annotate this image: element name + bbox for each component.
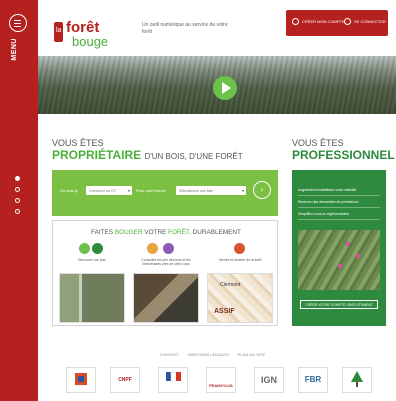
site-tagline: Un outil numérique au service de votre f… [142,22,228,35]
login-link[interactable]: SE CONNECTER [354,19,386,24]
owner-heading-big: PROPRIÉTAIRE [52,148,142,162]
contact-icon [163,243,174,254]
price-icon [147,243,158,254]
map-city-label: Clermont [220,282,241,288]
location-select[interactable]: Commune ou CP [86,186,132,195]
pro-heading-small: VOUS ÊTES [292,138,344,148]
owner-heading-rest: D'UN BOIS, D'UNE FORÊT [144,152,243,161]
partner-logo-fbr[interactable]: FBR [298,367,328,393]
menu-icon[interactable] [9,14,27,32]
feature-prices-text: Consultez les prix des bois et les inter… [141,258,191,267]
logo-word-bottom: bouge [72,34,108,49]
map-preview[interactable]: Clermont ASSIF [207,273,273,323]
pro-benefit-visibility: Augmentez/rentabilisez votre visibilité [298,188,380,196]
pro-heading: PROFESSIONNEL [292,148,395,162]
footer-links: CONTACT MENTIONS LÉGALES PLAN DU SITE [160,352,273,357]
site-logo[interactable]: la forêt bouge [52,16,134,50]
features-title-part: VOTRE [144,229,167,236]
play-video-button[interactable] [213,76,237,100]
feature-sell-text: Vendre et acheter de la forêt [218,258,262,262]
slide-indicator [15,176,20,220]
logo-prefix: la [56,27,62,34]
search-go-button[interactable]: › [253,181,271,199]
features-title: FAITES BOUGER VOTRE FORÊT, DURABLEMENT [53,229,279,236]
side-menu-rail: MENU [0,0,38,401]
partner-logo-cnpf[interactable]: CNPF [110,367,140,393]
pro-panel: Augmentez/rentabilisez votre visibilité … [292,170,386,326]
pro-benefit-requests: Recevez des demandes de prestations [298,200,380,208]
user-icon [292,18,299,25]
footer-link-sitemap[interactable]: PLAN DU SITE [238,352,265,357]
satellite-map[interactable] [298,230,380,290]
footer-link-contact[interactable]: CONTACT [160,352,179,357]
location-pin-icon [234,243,245,254]
search-label-need: Pour quel besoin [136,188,167,193]
slide-dot[interactable] [15,187,20,192]
features-title-part: DURABLEMENT [192,229,241,236]
tree-icon [79,243,90,254]
slide-dot[interactable] [15,176,20,181]
slide-dot[interactable] [15,198,20,203]
map-marker-icon [346,242,350,246]
partner-logo-ministry[interactable] [66,367,96,393]
feature-discover-text: Découvrir vos bois [78,258,106,262]
owner-heading-small: VOUS ÊTES [52,138,104,148]
map-marker-icon [356,254,360,258]
create-pro-account-button[interactable]: CRÉER VOTRE COMPTE GRATUITEMENT [300,300,378,309]
owner-search-bar: Où suis-je Commune ou CP Pour quel besoi… [52,170,278,216]
forest-video-banner [38,56,396,114]
slide-dot[interactable] [15,209,20,214]
forest-icon [92,243,103,254]
logs-photo[interactable] [133,273,199,323]
partner-logo-ign[interactable]: IGN [254,367,284,393]
features-title-highlight: BOUGER [114,229,143,236]
features-card: FAITES BOUGER VOTRE FORÊT, DURABLEMENT D… [52,220,278,326]
footer-link-legal[interactable]: MENTIONS LÉGALES [188,352,228,357]
need-select[interactable]: Sélectionnez une liste [176,186,246,195]
map-marker-icon [338,264,342,268]
menu-label[interactable]: MENU [11,38,18,61]
partner-logo-tree[interactable] [342,367,372,393]
account-bar: CRÉER MON COMPTE SE CONNECTER [286,10,388,36]
partner-logo-fransylva[interactable]: FRANSYLVA [206,367,236,393]
owner-heading: PROPRIÉTAIRE D'UN BOIS, D'UNE FORÊT [52,148,243,162]
map-area-label: ASSIF [214,308,235,315]
power-icon [344,18,351,25]
woodland-photo[interactable] [59,273,125,323]
pro-benefit-regulation: Simplifiez-vous la réglementation [298,212,380,220]
create-account-link[interactable]: CRÉER MON COMPTE [302,19,345,24]
features-title-part: FAITES [91,229,114,236]
features-title-highlight: FORÊT, [168,229,191,236]
search-label-location: Où suis-je [60,188,79,193]
partner-logo-republique[interactable] [158,367,188,393]
